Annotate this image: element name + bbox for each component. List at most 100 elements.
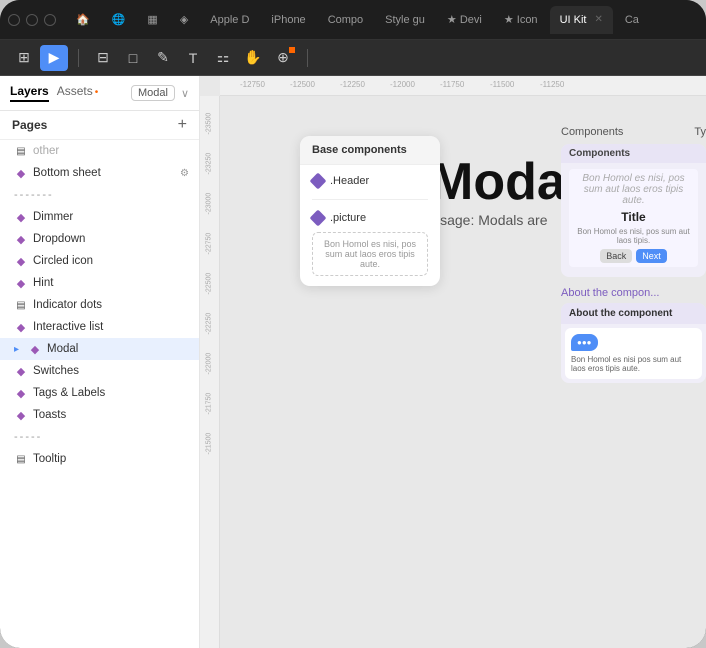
tab-globe[interactable]: 🌐: [102, 6, 136, 34]
component-icon-bottom-sheet: ◆: [14, 166, 28, 180]
layer-label-modal: Modal: [47, 343, 189, 355]
component-divider: [312, 199, 428, 200]
layer-other[interactable]: ▤ other: [0, 140, 199, 162]
tab-style-label: Style gu: [385, 14, 425, 26]
layer-label-dimmer: Dimmer: [33, 211, 189, 223]
tab-compo[interactable]: Compo: [318, 6, 373, 34]
proto-icon: ◈: [180, 13, 188, 26]
layer-sep-1: -------: [0, 184, 199, 206]
tab-uikit-label: UI Kit: [560, 14, 587, 26]
canvas[interactable]: -12750 -12500 -12250 -12000 -11750 -1150…: [200, 76, 706, 648]
layer-interactive-list[interactable]: ◆ Interactive list: [0, 316, 199, 338]
layer-label-indicator: Indicator dots: [33, 299, 189, 311]
tab-iphone-label: iPhone: [271, 14, 305, 26]
frame-icon-tooltip: ▤: [14, 452, 28, 466]
ruler-left-8: -21750: [206, 385, 213, 415]
ruler-left: -23500 -23250 -23000 -22750 -22500 -2225…: [200, 96, 220, 648]
close-dot[interactable]: [8, 14, 20, 26]
base-components-body: .Header .picture Bon Homol es nisi, pos …: [300, 165, 440, 286]
layer-hint[interactable]: ◆ Hint: [0, 272, 199, 294]
layer-dimmer[interactable]: ◆ Dimmer: [0, 206, 199, 228]
maximize-dot[interactable]: [44, 14, 56, 26]
minimize-dot[interactable]: [26, 14, 38, 26]
tab-proto[interactable]: ◈: [170, 6, 198, 34]
ruler-left-1: -23500: [206, 105, 213, 135]
layer-label-interactive: Interactive list: [33, 321, 189, 333]
component-row-picture: .picture: [312, 212, 428, 224]
about-section: About the compon... About the component …: [561, 287, 706, 383]
frame-icon-indicator: ▤: [14, 298, 28, 312]
breadcrumb[interactable]: Modal: [131, 85, 175, 101]
ruler-left-5: -22500: [206, 265, 213, 295]
layer-label-circled: Circled icon: [33, 255, 189, 267]
layer-label-hint: Hint: [33, 277, 189, 289]
ruler-tick-4: -12000: [390, 80, 415, 89]
component-icon-hint: ◆: [14, 276, 28, 290]
tab-devi[interactable]: ★ Devi: [437, 6, 492, 34]
card-btn-back[interactable]: Back: [600, 249, 632, 263]
toolbar-component-btn[interactable]: ⚏: [209, 45, 237, 71]
tab-apple-d[interactable]: Apple D: [200, 6, 259, 34]
component-card-buttons: Back Next: [573, 249, 694, 263]
layer-label-tooltip: Tooltip: [33, 453, 189, 465]
component-icon-switches: ◆: [14, 364, 28, 378]
component-card-header: Components: [561, 144, 706, 163]
layer-tooltip[interactable]: ▤ Tooltip: [0, 448, 199, 470]
layer-label-dropdown: Dropdown: [33, 233, 189, 245]
layer-indicator-dots[interactable]: ▤ Indicator dots: [0, 294, 199, 316]
grid-icon: ▦: [147, 13, 157, 26]
about-label: About the compon...: [561, 287, 706, 299]
base-components-card[interactable]: Base components .Header .picture Bon Ho: [300, 136, 440, 286]
layer-circled-icon[interactable]: ◆ Circled icon: [0, 250, 199, 272]
about-card-body: ●●● Bon Homol es nisi pos sum aut laos e…: [565, 328, 702, 379]
separator-text-2: -----: [14, 431, 42, 443]
tab-icon[interactable]: ★ Icon: [494, 6, 548, 34]
layer-toasts[interactable]: ◆ Toasts: [0, 404, 199, 426]
component-icon-circled: ◆: [14, 254, 28, 268]
toolbar-hand-btn[interactable]: ✋: [239, 45, 267, 71]
toolbar-select-btn[interactable]: ▶: [40, 45, 68, 71]
toolbar-layers-btn[interactable]: ⊞: [10, 45, 38, 71]
chevron-icon-modal: ▸: [14, 344, 19, 355]
assets-badge: •: [95, 87, 99, 98]
window-controls: [8, 14, 56, 26]
toolbar-text-btn[interactable]: T: [179, 45, 207, 71]
card-btn-next[interactable]: Next: [636, 249, 667, 263]
tab-grid[interactable]: ▦: [137, 6, 167, 34]
layer-label-toasts: Toasts: [33, 409, 189, 421]
tab-iphone[interactable]: iPhone: [261, 6, 315, 34]
about-card[interactable]: About the component ●●● Bon Homol es nis…: [561, 303, 706, 383]
toolbar-comment-btn[interactable]: ⊕: [269, 45, 297, 71]
add-page-btn[interactable]: +: [178, 117, 187, 133]
toolbar-pen-btn[interactable]: ✎: [149, 45, 177, 71]
right-panel: Components Ty Components Bon Homol es ni…: [561, 126, 706, 383]
component-preview-card[interactable]: Components Bon Homol es nisi, pos sum au…: [561, 144, 706, 277]
modal-title: Modal: [430, 156, 580, 208]
layer-tags[interactable]: ◆ Tags & Labels: [0, 382, 199, 404]
base-components-header: Base components: [300, 136, 440, 165]
tab-uikit[interactable]: UI Kit ✕: [550, 6, 613, 34]
layer-bottom-sheet[interactable]: ◆ Bottom sheet ⚙: [0, 162, 199, 184]
layer-badge-bottom-sheet: ⚙: [180, 168, 189, 179]
diamond-icon-header: [310, 173, 327, 190]
toolbar-rect-btn[interactable]: □: [119, 45, 147, 71]
layer-switches[interactable]: ◆ Switches: [0, 360, 199, 382]
component-card-body: Bon Homol es nisi, pos sum aut laos eros…: [561, 163, 706, 277]
components-label: Components: [561, 126, 623, 138]
tab-ca[interactable]: Ca: [615, 6, 649, 34]
ruler-tick-6: -11500: [490, 80, 514, 89]
tab-home[interactable]: 🏠: [66, 6, 100, 34]
tab-layers[interactable]: Layers: [10, 84, 49, 102]
layer-dropdown[interactable]: ◆ Dropdown: [0, 228, 199, 250]
component-icon-tags: ◆: [14, 386, 28, 400]
tab-assets[interactable]: Assets•: [57, 84, 99, 102]
ruler-left-3: -23000: [206, 185, 213, 215]
component-row-header: .Header: [312, 175, 428, 187]
component-icon-modal: ◆: [28, 342, 42, 356]
ruler-tick-7: -11250: [540, 80, 564, 89]
tab-uikit-close[interactable]: ✕: [594, 14, 602, 25]
tab-style[interactable]: Style gu: [375, 6, 435, 34]
layer-modal[interactable]: ▸ ◆ Modal: [0, 338, 199, 360]
breadcrumb-arrow: ∨: [181, 87, 189, 100]
toolbar-frame-btn[interactable]: ⊟: [89, 45, 117, 71]
